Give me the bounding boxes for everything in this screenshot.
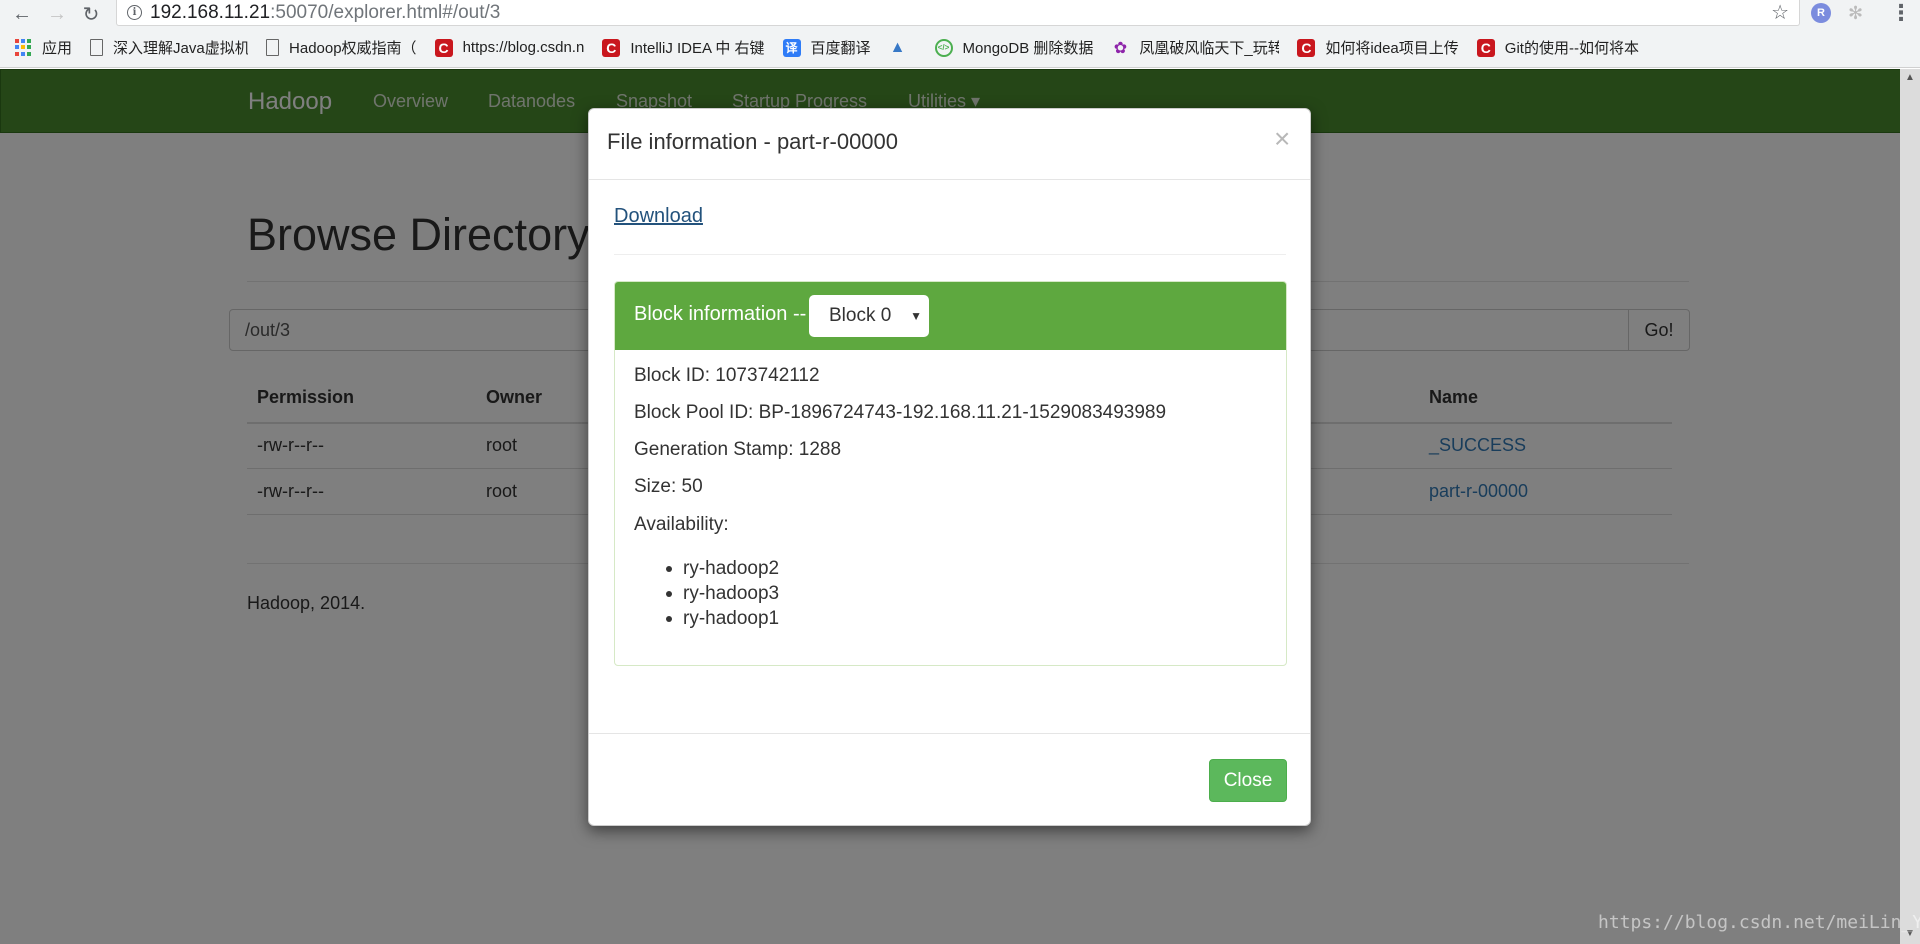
site-info-icon[interactable]: i <box>127 5 142 20</box>
block-select[interactable]: Block 0 ▼ <box>809 295 929 337</box>
mongodb-icon: </> <box>934 38 953 57</box>
document-icon <box>266 39 280 56</box>
bookmark-label: Git的使用--如何将本 <box>1504 40 1639 57</box>
list-item: ry-hadoop1 <box>665 608 780 629</box>
list-item: ry-hadoop2 <box>665 558 780 579</box>
bookmark-label: 如何将idea项目上传 <box>1325 40 1459 57</box>
dropdown-arrow-icon: ▼ <box>910 309 922 323</box>
bookmark-item[interactable]: ▲ <box>889 39 917 57</box>
translate-icon: 译 <box>782 38 801 57</box>
bookmark-item[interactable]: C Git的使用--如何将本 <box>1476 37 1639 58</box>
bookmark-item[interactable]: 深入理解Java虚拟机 <box>90 37 248 58</box>
modal-title: File information - part-r-00000 <box>607 129 899 154</box>
bookmark-item[interactable]: C 如何将idea项目上传 <box>1297 37 1459 58</box>
file-information-modal: File information - part-r-00000 × Downlo… <box>588 108 1311 826</box>
block-information-panel: Block information -- Block 0 ▼ Block ID:… <box>614 281 1287 666</box>
modal-footer-divider <box>589 733 1310 734</box>
bookmarks-bar: 应用 深入理解Java虚拟机 Hadoop权威指南（ C https://blo… <box>0 28 1920 68</box>
csdn-icon: C <box>1476 38 1495 57</box>
bookmark-label: 百度翻译 <box>810 40 871 57</box>
bird-icon: ✿ <box>1113 39 1128 57</box>
csdn-icon: C <box>1297 38 1316 57</box>
reload-icon[interactable]: ↻ <box>77 0 105 28</box>
extension-icon[interactable]: ✻ <box>1848 3 1870 25</box>
block-size: Size: 50 <box>634 476 703 497</box>
divider <box>614 254 1286 255</box>
url-path: :50070/explorer.html#/out/3 <box>270 1 501 23</box>
bookmark-label: Hadoop权威指南（ <box>289 40 417 57</box>
bookmark-item[interactable]: ✿ 凤凰破风临天下_玩转 <box>1111 37 1280 58</box>
back-arrow-icon[interactable]: ← <box>8 0 36 28</box>
bookmark-label: https://blog.csdn.n <box>462 39 585 56</box>
bookmark-label: 凤凰破风临天下_玩转 <box>1139 40 1280 57</box>
block-pool-id: Block Pool ID: BP-1896724743-192.168.11.… <box>634 402 1167 423</box>
availability-list: ry-hadoop2 ry-hadoop3 ry-hadoop1 <box>665 556 780 631</box>
bookmark-star-icon[interactable]: ☆ <box>1771 0 1789 25</box>
scroll-up-arrow-icon[interactable]: ▲ <box>1905 72 1915 83</box>
close-button[interactable]: Close <box>1209 759 1287 802</box>
panel-heading: Block information -- Block 0 ▼ <box>615 282 1286 350</box>
block-select-value: Block 0 <box>829 305 892 326</box>
bookmark-item[interactable]: 译 百度翻译 <box>782 37 871 58</box>
url-host: 192.168.11.21 <box>150 1 271 23</box>
browser-toolbar: ← → ↻ i 192.168.11.21:50070/explorer.htm… <box>0 0 1920 28</box>
bookmark-label: IntelliJ IDEA 中 右键 <box>630 40 765 57</box>
bookmark-label: MongoDB 删除数据 <box>962 40 1094 57</box>
document-icon <box>90 39 104 56</box>
csdn-icon: C <box>434 38 453 57</box>
generation-stamp: Generation Stamp: 1288 <box>634 439 842 460</box>
block-information-label: Block information -- <box>634 303 807 325</box>
bookmark-apps[interactable]: 应用 <box>14 37 72 58</box>
apps-grid-icon <box>14 38 32 57</box>
bookmark-label: 应用 <box>42 40 73 57</box>
availability-label: Availability: <box>634 514 729 535</box>
bookmark-item[interactable]: </> MongoDB 删除数据 <box>934 37 1094 58</box>
address-bar[interactable]: i 192.168.11.21:50070/explorer.html#/out… <box>116 0 1800 26</box>
list-item: ry-hadoop3 <box>665 583 780 604</box>
bookmark-item[interactable]: C IntelliJ IDEA 中 右键 <box>602 37 765 58</box>
bookmark-item[interactable]: C https://blog.csdn.n <box>434 38 585 57</box>
modal-header-divider <box>589 179 1310 180</box>
csdn-icon: C <box>602 38 621 57</box>
page-scrollbar[interactable] <box>1900 69 1920 944</box>
watermark: https://blog.csdn.net/meiLin_Ya <box>1598 912 1920 933</box>
bookmark-item[interactable]: Hadoop权威指南（ <box>266 37 417 58</box>
close-icon[interactable]: × <box>1274 125 1290 153</box>
triangle-icon: ▲ <box>889 38 906 56</box>
forward-arrow-icon[interactable]: → <box>43 0 71 28</box>
extension-r-icon[interactable]: R <box>1811 3 1831 23</box>
bookmark-label: 深入理解Java虚拟机 <box>113 40 249 57</box>
download-link[interactable]: Download <box>614 205 703 228</box>
block-id: Block ID: 1073742112 <box>634 365 820 386</box>
browser-menu-icon[interactable]: ⋮ <box>1890 0 1912 26</box>
